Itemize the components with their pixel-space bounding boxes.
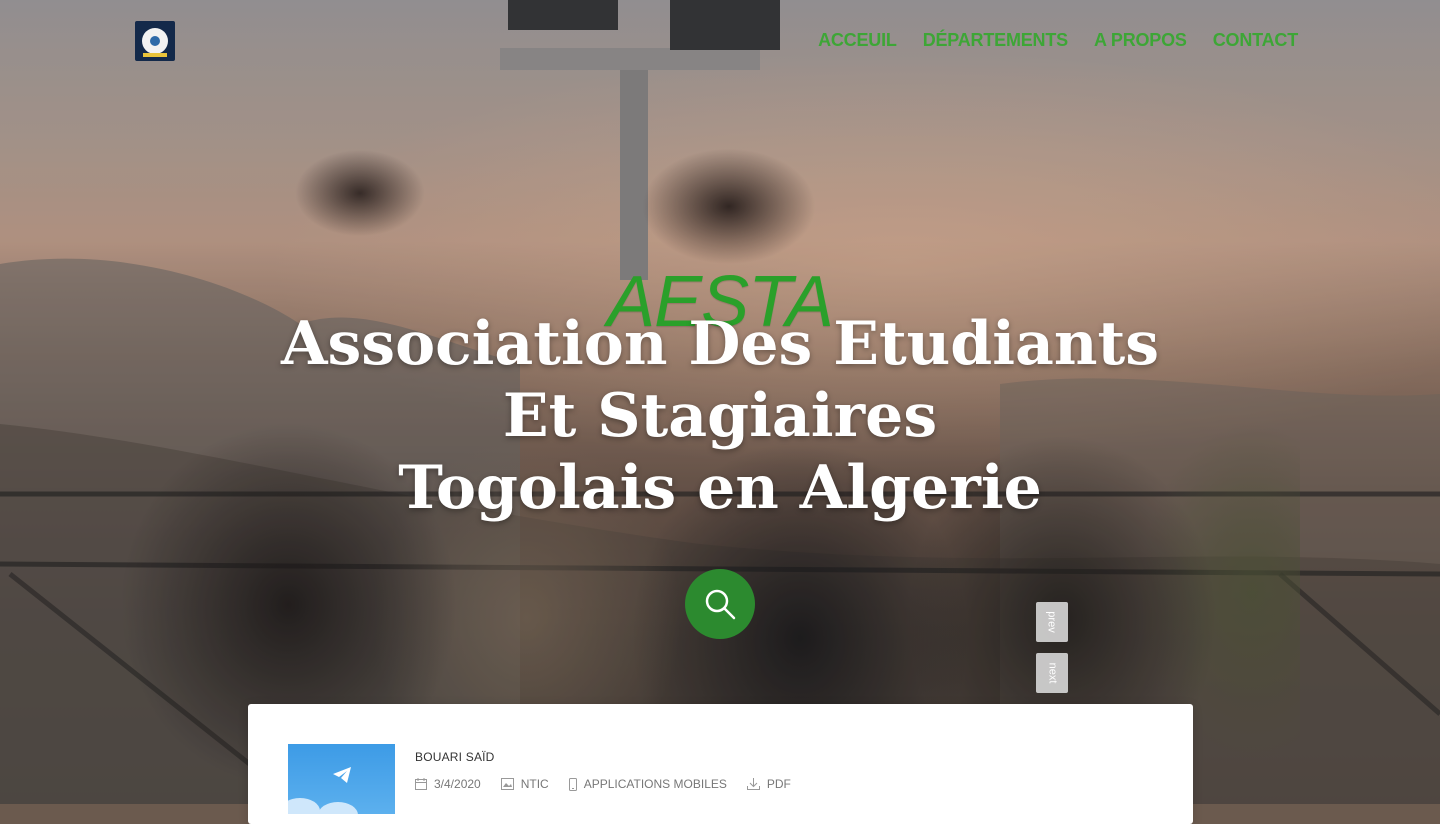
logo-band xyxy=(143,53,167,57)
next-label: next xyxy=(1045,662,1058,684)
download-icon xyxy=(746,778,760,790)
telegram-icon xyxy=(333,767,351,783)
meta-date-text: 3/4/2020 xyxy=(434,777,481,791)
meta-date: 3/4/2020 xyxy=(415,777,481,791)
logo-emblem-icon xyxy=(142,28,168,54)
document-meta: 3/4/2020 NTIC APPLICATIONS MOBILES PDF xyxy=(415,777,791,791)
main-nav: ACCEUIL DÉPARTEMENTS A PROPOS CONTACT xyxy=(818,30,1298,50)
hero-headline: Association Des Etudiants Et Stagiaires … xyxy=(0,308,1440,524)
prev-label: prev xyxy=(1046,611,1058,633)
search-icon xyxy=(705,589,736,620)
meta-format-text: PDF xyxy=(766,777,791,791)
document-card[interactable]: BOUARI SAÏD 3/4/2020 NTIC APPLICATIONS M xyxy=(248,704,1193,824)
prev-button[interactable]: prev xyxy=(1036,602,1068,642)
meta-category[interactable]: NTIC xyxy=(500,777,549,791)
meta-subcategory[interactable]: APPLICATIONS MOBILES xyxy=(568,777,727,791)
site-logo[interactable] xyxy=(135,21,175,61)
meta-category-text: NTIC xyxy=(520,777,549,791)
search-button[interactable] xyxy=(685,569,755,639)
nav-acceuil[interactable]: ACCEUIL xyxy=(818,30,897,50)
headline-line-3: Togolais en Algerie xyxy=(398,453,1042,523)
nav-departements[interactable]: DÉPARTEMENTS xyxy=(923,30,1068,50)
calendar-icon xyxy=(415,778,427,790)
nav-a-propos[interactable]: A PROPOS xyxy=(1094,30,1187,50)
image-icon xyxy=(500,778,514,790)
mobile-icon xyxy=(568,777,577,791)
next-button[interactable]: next xyxy=(1036,653,1068,693)
meta-subcategory-text: APPLICATIONS MOBILES xyxy=(583,777,727,791)
author-name[interactable]: BOUARI SAÏD xyxy=(415,750,495,764)
headline-line-2: Et Stagiaires xyxy=(502,381,938,451)
headline-line-1: Association Des Etudiants xyxy=(280,309,1160,379)
nav-contact[interactable]: CONTACT xyxy=(1213,30,1298,50)
meta-format[interactable]: PDF xyxy=(746,777,791,791)
